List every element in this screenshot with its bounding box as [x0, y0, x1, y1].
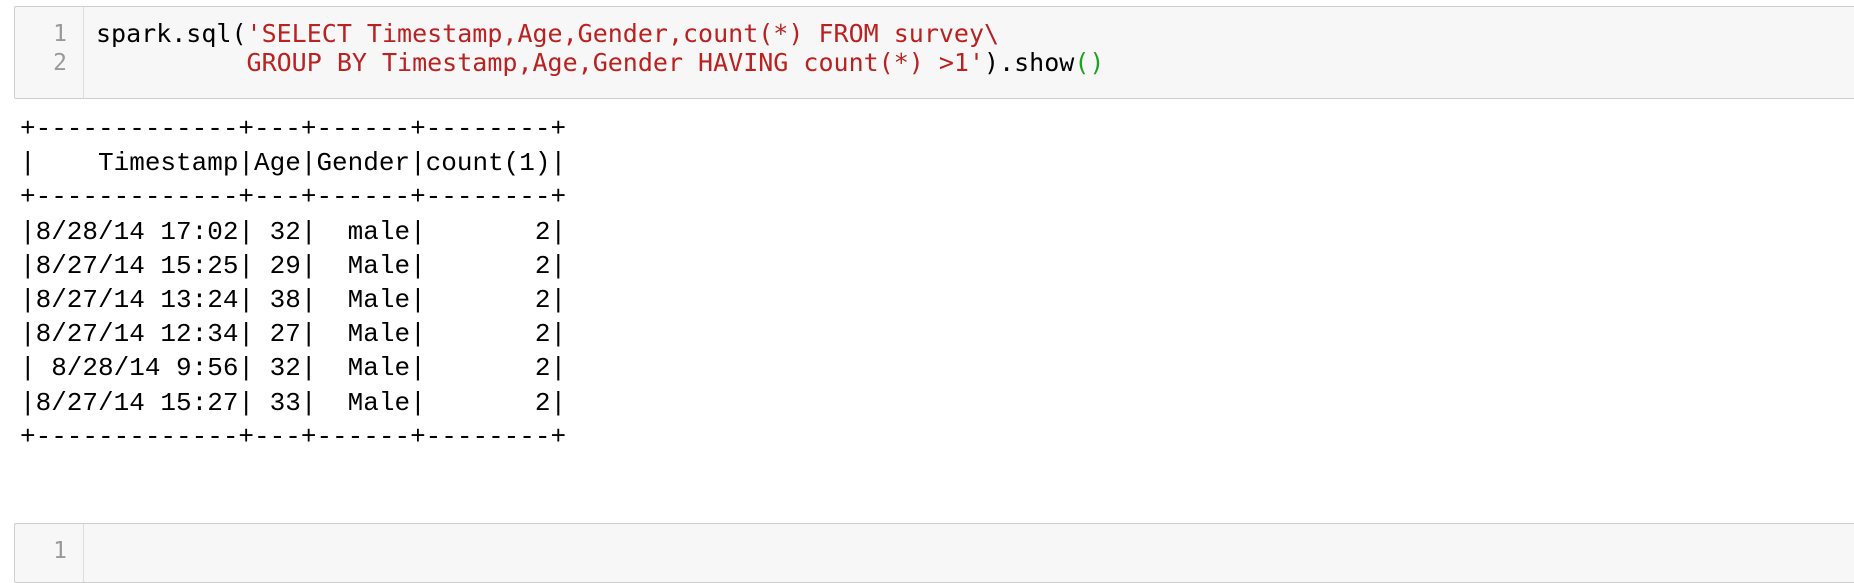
code-cell[interactable]: 1 2 spark.sql('SELECT Timestamp,Age,Gend… — [14, 6, 1854, 99]
table-border: +-------------+---+------+--------+ — [20, 114, 567, 144]
table-row: |8/28/14 17:02| 32| male| 2| — [20, 216, 567, 247]
line-number-gutter: 1 2 — [15, 7, 84, 98]
code-text: spark.sql( — [96, 19, 247, 48]
line-number: 1 — [53, 538, 67, 564]
table-row: |8/27/14 15:25| 29| Male| 2| — [20, 250, 567, 281]
sql-string: GROUP BY Timestamp,Age,Gender HAVING cou… — [246, 48, 985, 77]
table-row: |8/27/14 15:27| 33| Male| 2| — [20, 387, 567, 418]
sql-string: 'SELECT Timestamp,Age,Gender,count(*) FR… — [246, 19, 1000, 48]
table-border: +-------------+---+------+--------+ — [20, 182, 567, 213]
code-text: ).show — [984, 48, 1075, 77]
line-number: 2 — [53, 50, 67, 76]
table-row: |8/27/14 13:24| 38| Male| 2| — [20, 284, 567, 315]
table-row: | 8/28/14 9:56| 32| Male| 2| — [20, 353, 567, 384]
line-number-gutter: 1 — [15, 524, 84, 582]
table-header: | Timestamp|Age|Gender|count(1)| — [20, 148, 567, 179]
empty-code-cell[interactable]: 1 — [14, 523, 1854, 583]
table-border: +-------------+---+------+--------+ — [20, 421, 567, 452]
code-line-2[interactable]: GROUP BY Timestamp,Age,Gender HAVING cou… — [96, 46, 1105, 80]
cell-output: +-------------+---+------+--------+ | Tim… — [20, 112, 566, 454]
call-parens: () — [1074, 48, 1105, 77]
table-row: |8/27/14 12:34| 27| Male| 2| — [20, 319, 567, 350]
